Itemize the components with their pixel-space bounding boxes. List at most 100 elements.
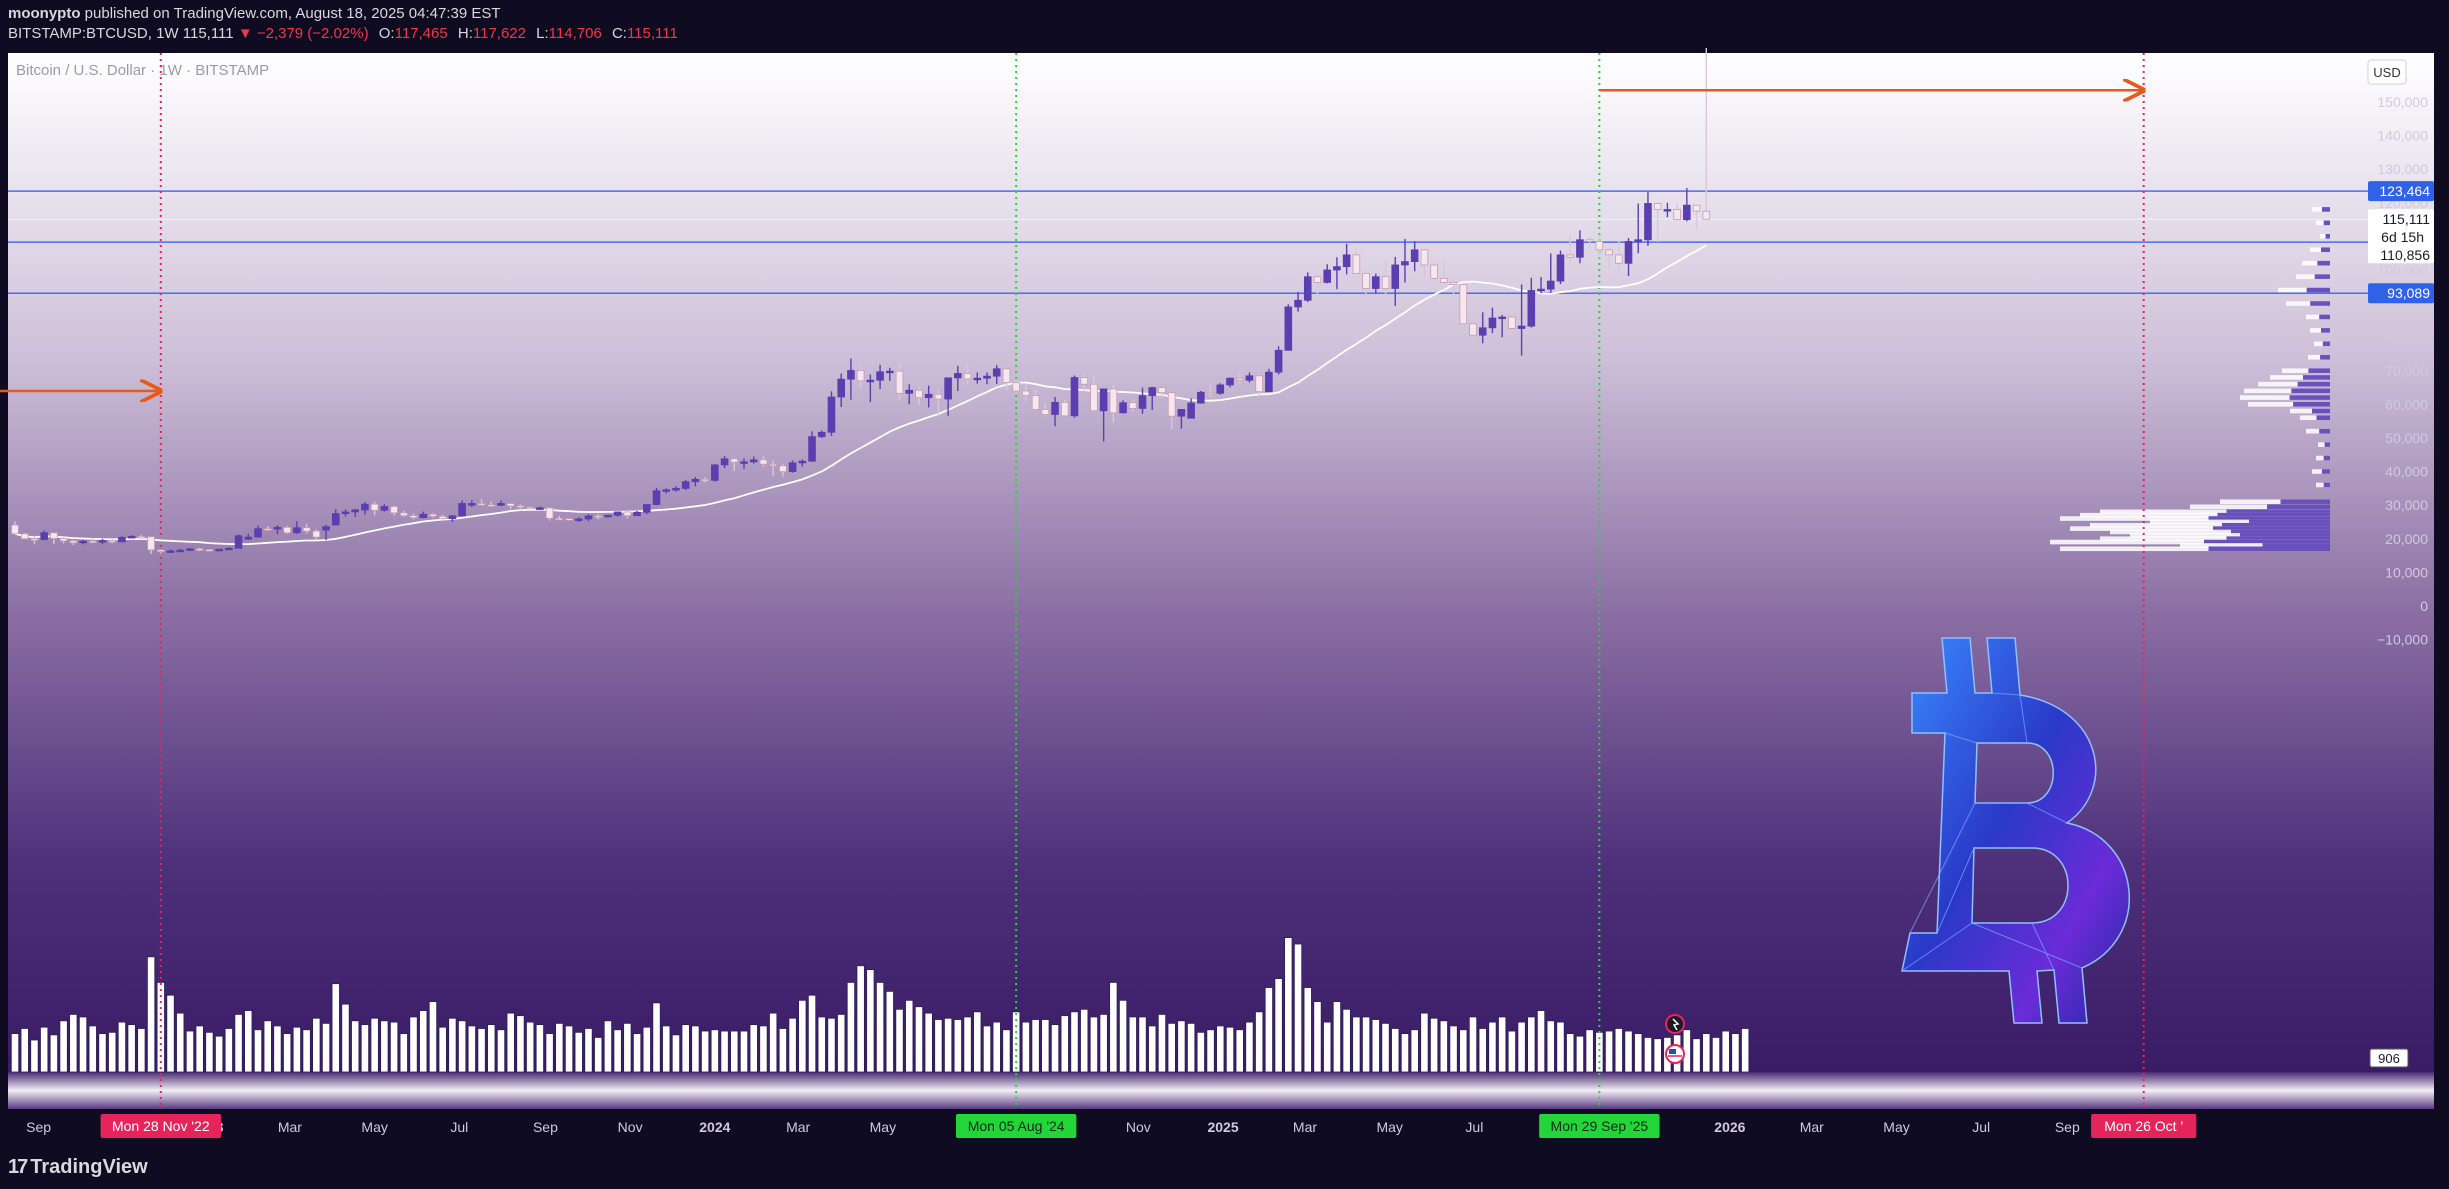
candle-body [643, 504, 651, 513]
candle-body [1469, 323, 1477, 336]
time-tick-label: 2025 [1207, 1119, 1238, 1135]
volume-bar [273, 1025, 282, 1073]
interval-label[interactable]: 1W [156, 25, 179, 42]
time-tick-label: Mar [786, 1119, 810, 1135]
volume-profile-bar-up [2310, 301, 2330, 306]
currency-label: USD [2373, 65, 2400, 80]
candle-body [944, 377, 952, 400]
tradingview-brand: TradingView [30, 1156, 148, 1178]
volume-bar [1264, 987, 1273, 1073]
candle-body [59, 538, 68, 542]
volume-bar [1692, 1038, 1701, 1073]
candle-body [992, 368, 1001, 377]
symbol-label[interactable]: BITSTAMP:BTCUSD [8, 25, 148, 42]
volume-bar [321, 1022, 331, 1073]
volume-profile-bar-up [2319, 428, 2330, 434]
candle-body [740, 461, 748, 464]
candle-body [1167, 392, 1176, 417]
candle-body [1158, 387, 1166, 394]
volume-bar [205, 1031, 214, 1073]
volume-bar [341, 1003, 350, 1073]
candle-body [565, 518, 573, 521]
candle-body [1022, 390, 1030, 397]
volume-bar [1148, 1025, 1157, 1073]
candle-body [448, 515, 457, 520]
candle-body [370, 503, 379, 511]
candle-body [1653, 203, 1662, 210]
volume-bar [555, 1022, 564, 1073]
candle-body [983, 375, 991, 379]
volume-bar [438, 1026, 447, 1073]
volume-bar [1323, 1021, 1332, 1073]
candle-body [361, 503, 369, 511]
candle-body [1576, 239, 1584, 258]
volume-bar [1721, 1030, 1730, 1073]
candle-body [1265, 371, 1273, 393]
candle-body [1644, 203, 1652, 241]
volume-profile-bar-up [2289, 395, 2330, 400]
candle-body [98, 540, 107, 543]
volume-bar [1459, 1029, 1468, 1073]
time-tick-label: Jul [450, 1119, 468, 1135]
candle-body [11, 524, 19, 535]
candle-body [273, 526, 282, 530]
volume-bar [1711, 1037, 1721, 1073]
price-tick-label: 50,000 [2385, 430, 2428, 446]
price-tick-label: 40,000 [2385, 464, 2428, 480]
time-axis[interactable]: Sep2023MarMayJulSepNov2024MarMayJulNov20… [8, 1109, 2434, 1144]
volume-profile-bar-up [2324, 442, 2330, 447]
price-chart[interactable]: Bitcoin / U.S. Dollar · 1W · BITSTAMP −1… [0, 48, 2449, 1145]
volume-profile-bar-up [2321, 328, 2330, 333]
last-price-text: 115,111 [2383, 211, 2431, 227]
volume-bar [380, 1020, 389, 1073]
volume-bar [1157, 1014, 1167, 1073]
volume-bar [302, 1029, 311, 1073]
candle-body [886, 370, 894, 374]
volume-bar [788, 1017, 797, 1073]
candle-body [127, 536, 136, 539]
candle-body [769, 463, 777, 467]
candle-body [934, 393, 943, 400]
volume-bar [1313, 1001, 1322, 1073]
volume-bar [827, 1017, 836, 1073]
candle-body [1663, 209, 1672, 212]
candle-body [147, 536, 155, 551]
price-axis[interactable]: −10,000 0 10,000 20,000 30,000 40,000 50,000 60… [2377, 94, 2428, 648]
volume-bar [1002, 1029, 1011, 1073]
candle-body [1041, 409, 1050, 415]
tradingview-logo[interactable]: 17 TradingView [8, 1156, 148, 1179]
volume-bar [20, 1028, 29, 1073]
candle-body [283, 526, 291, 534]
candle-body [672, 487, 680, 491]
volume-bar [1478, 1028, 1487, 1073]
candle-body [1197, 391, 1205, 404]
chart-title: Bitcoin / U.S. Dollar · 1W · BITSTAMP [16, 62, 269, 79]
volume-bar [1507, 1030, 1516, 1073]
candle-body [837, 378, 845, 398]
candle-body [1148, 387, 1157, 397]
candle-body [468, 503, 476, 506]
volume-bar [448, 1017, 457, 1073]
candle-body [759, 459, 768, 465]
candle-body [594, 515, 602, 518]
publish-info: moonypto published on TradingView.com, A… [8, 5, 501, 22]
volume-bar [1070, 1011, 1079, 1073]
volume-bar [982, 1025, 992, 1073]
volume-bar [973, 1011, 982, 1073]
volume-bar [1381, 1022, 1390, 1073]
volume-bar [535, 1024, 544, 1073]
volume-bar [127, 1024, 136, 1073]
author-name[interactable]: moonypto [8, 5, 81, 22]
candle-body [1488, 317, 1497, 329]
volume-bar [613, 1029, 622, 1073]
time-tick-label: May [1883, 1119, 1909, 1135]
candle-body [1566, 254, 1575, 258]
volume-bar [1575, 1035, 1585, 1073]
candle-body [1129, 402, 1137, 409]
volume-bar [652, 1002, 661, 1073]
candle-body [1090, 383, 1098, 412]
volume-bar [176, 1012, 185, 1073]
candle-body [1206, 391, 1215, 395]
volume-bar [1138, 1016, 1147, 1073]
time-tick-label: Mar [1293, 1119, 1317, 1135]
